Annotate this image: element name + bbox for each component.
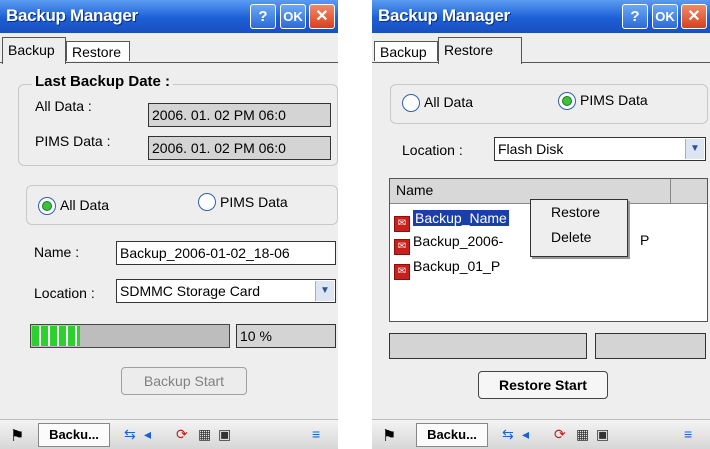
name-input[interactable]: Backup_2006-01-02_18-06 — [116, 241, 336, 265]
volume-icon[interactable]: ◂ — [144, 426, 151, 443]
network-icon[interactable]: ⇆ — [502, 426, 514, 443]
location-label: Location : — [402, 142, 463, 158]
restore-window: Backup Manager ? OK ✕ Backup Restore All… — [372, 0, 710, 449]
progress-bar — [30, 324, 230, 348]
name-label: Name : — [34, 244, 80, 260]
volume-icon[interactable]: ◂ — [522, 426, 529, 443]
input-icon[interactable]: ▣ — [218, 426, 231, 443]
status-field-right — [595, 333, 706, 359]
status-field-left — [389, 333, 587, 359]
tab-backup[interactable]: Backup — [2, 37, 66, 64]
list-item[interactable]: ✉ Backup_Name — [394, 207, 509, 232]
chevron-down-icon[interactable]: ▼ — [315, 281, 334, 301]
pims-date-label: PIMS Data : — [35, 133, 111, 149]
pims-data-radio-label: PIMS Data — [580, 92, 648, 108]
location-label: Location : — [34, 285, 95, 301]
input-icon[interactable]: ▣ — [596, 426, 609, 443]
name-column-header[interactable]: Name — [396, 182, 433, 198]
all-data-radio[interactable] — [402, 94, 420, 112]
file-name: Backup_01_P — [413, 258, 501, 274]
all-data-date-label: All Data : — [35, 98, 92, 114]
file-name-tail: P — [640, 232, 650, 248]
close-button[interactable]: ✕ — [309, 4, 335, 29]
ok-button[interactable]: OK — [280, 4, 306, 29]
file-icon: ✉ — [394, 239, 410, 255]
location-selected: SDMMC Storage Card — [120, 283, 261, 299]
list-item[interactable]: ✉ Backup_01_P — [394, 255, 501, 280]
ok-button[interactable]: OK — [652, 4, 678, 29]
windows-icon[interactable]: ≡ — [312, 426, 320, 442]
close-button[interactable]: ✕ — [681, 4, 707, 29]
location-dropdown[interactable]: SDMMC Storage Card ▼ — [116, 279, 336, 303]
restore-start-button[interactable]: Restore Start — [478, 371, 608, 399]
pims-date-value: 2006. 01. 02 PM 06:0 — [148, 136, 331, 160]
tab-backup[interactable]: Backup — [374, 41, 438, 61]
location-selected: Flash Disk — [498, 141, 564, 157]
file-icon: ✉ — [394, 264, 410, 280]
pims-data-radio[interactable] — [198, 193, 216, 211]
progress-text: 10 % — [236, 324, 336, 348]
sync-icon[interactable]: ⟳ — [176, 426, 188, 443]
taskbar: ⚑ Backu... ⇆ ◂ ⟳ ▦ ▣ ≡ — [0, 419, 338, 449]
menu-item-restore[interactable]: Restore — [551, 204, 600, 220]
calendar-icon[interactable]: ▦ — [576, 426, 589, 443]
file-name: Backup_Name — [413, 210, 509, 226]
column-divider — [670, 179, 671, 203]
tab-divider — [372, 62, 710, 63]
context-menu: Restore Delete — [530, 199, 628, 257]
calendar-icon[interactable]: ▦ — [198, 426, 211, 443]
sync-icon[interactable]: ⟳ — [554, 426, 566, 443]
start-flag-icon[interactable]: ⚑ — [382, 426, 396, 446]
progress-fill — [32, 326, 80, 346]
network-icon[interactable]: ⇆ — [124, 426, 136, 443]
all-data-radio-label: All Data — [60, 197, 110, 213]
help-button[interactable]: ? — [250, 4, 276, 29]
title-bar: Backup Manager ? OK ✕ — [0, 0, 338, 33]
taskbar-item[interactable]: Backu... — [38, 423, 110, 447]
all-data-radio-label: All Data — [424, 94, 474, 110]
taskbar-item[interactable]: Backu... — [416, 423, 488, 447]
all-data-date-value: 2006. 01. 02 PM 06:0 — [148, 103, 331, 127]
backup-start-button[interactable]: Backup Start — [121, 367, 247, 395]
windows-icon[interactable]: ≡ — [684, 426, 692, 442]
taskbar: ⚑ Backu... ⇆ ◂ ⟳ ▦ ▣ ≡ — [372, 419, 710, 449]
title-bar: Backup Manager ? OK ✕ — [372, 0, 710, 33]
chevron-down-icon[interactable]: ▼ — [685, 139, 704, 159]
pims-data-radio[interactable] — [558, 92, 576, 110]
list-item[interactable]: ✉ Backup_2006- — [394, 230, 504, 255]
window-title: Backup Manager — [378, 6, 510, 25]
tab-restore[interactable]: Restore — [438, 37, 522, 64]
all-data-radio[interactable] — [38, 197, 56, 215]
window-title: Backup Manager — [6, 6, 138, 25]
location-dropdown[interactable]: Flash Disk ▼ — [494, 137, 706, 161]
menu-item-delete[interactable]: Delete — [551, 229, 591, 245]
last-backup-heading: Last Backup Date : — [32, 73, 174, 90]
backup-window: Backup Manager ? OK ✕ Backup Restore Las… — [0, 0, 338, 449]
file-name: Backup_2006- — [413, 233, 504, 249]
start-flag-icon[interactable]: ⚑ — [10, 426, 24, 446]
tab-restore[interactable]: Restore — [66, 41, 130, 61]
pims-data-radio-label: PIMS Data — [220, 194, 288, 210]
help-button[interactable]: ? — [622, 4, 648, 29]
